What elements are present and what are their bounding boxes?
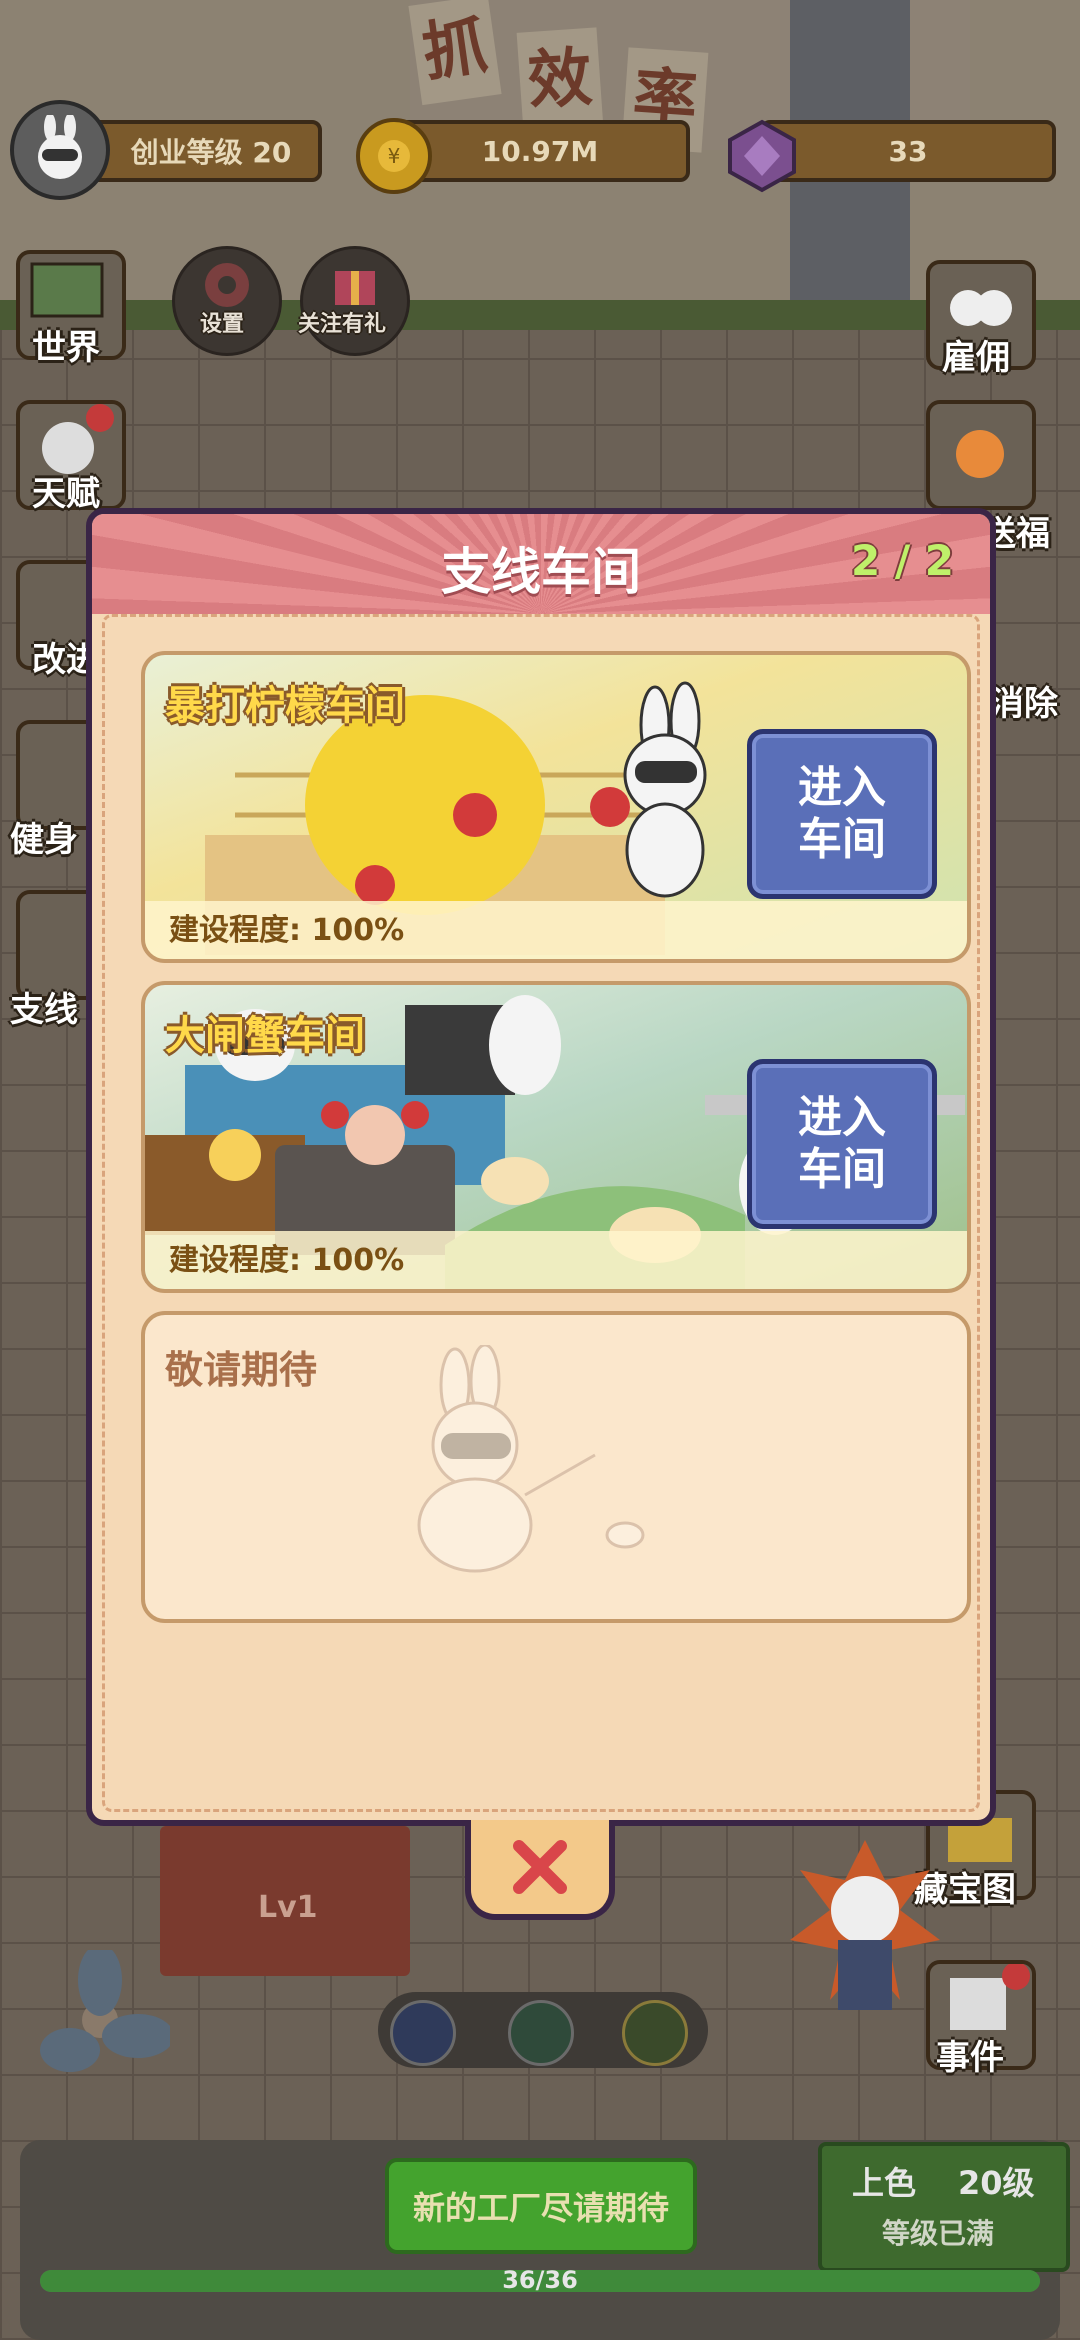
workshop-card-lemon: 暴打柠檬车间 建设程度: 100% 进入 车间 [141, 651, 971, 963]
enter-label-line2: 车间 [798, 1144, 886, 1195]
coming-soon-label: 敬请期待 [165, 1348, 318, 1392]
build-progress: 建设程度: 100% [169, 1243, 405, 1278]
enter-label-line1: 进入 [798, 762, 886, 813]
workshop-name: 暴打柠檬车间 [165, 683, 405, 729]
enter-workshop-button[interactable]: 进入 车间 [747, 1059, 937, 1229]
coming-soon-card: 敬请期待 [141, 1311, 971, 1623]
bunny-with-mouse-icon [417, 1345, 645, 1573]
close-button[interactable] [465, 1820, 615, 1920]
build-progress: 建设程度: 100% [169, 913, 405, 948]
enter-label-line2: 车间 [798, 814, 886, 865]
dialog-body: 暴打柠檬车间 建设程度: 100% 进入 车间 大闸蟹车间 建设程度: 100%… [102, 614, 980, 1812]
close-icon [513, 1840, 567, 1894]
workshop-name: 大闸蟹车间 [165, 1013, 365, 1059]
enter-workshop-button[interactable]: 进入 车间 [747, 729, 937, 899]
workshop-card-crab: 大闸蟹车间 建设程度: 100% 进入 车间 [141, 981, 971, 1293]
branch-workshop-dialog: 支线车间 2 / 2 暴打柠檬车间 建设程度: 100% 进入 车间 大闸蟹车间… [86, 508, 996, 1826]
workshop-count: 2 / 2 [850, 536, 954, 585]
enter-label-line1: 进入 [798, 1092, 886, 1143]
